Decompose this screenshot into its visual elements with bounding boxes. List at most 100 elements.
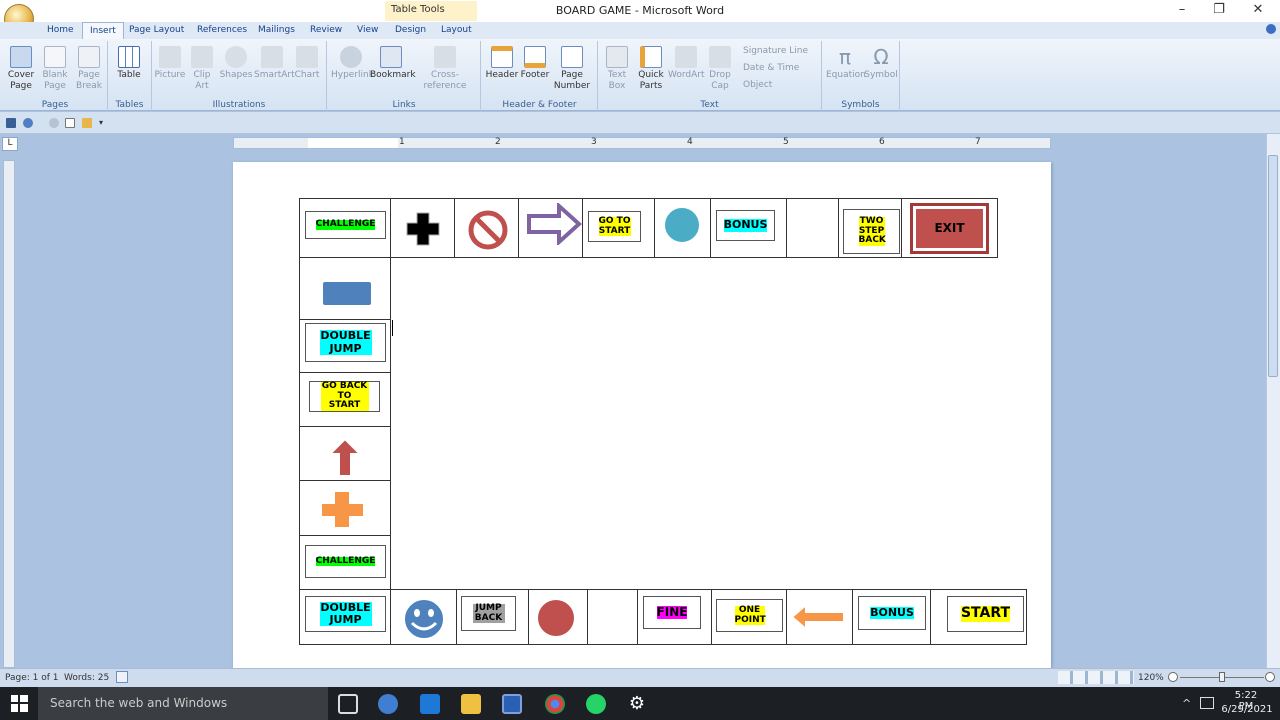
redo-icon[interactable] [49,118,59,128]
header-button[interactable]: Header [485,46,519,81]
window-title: BOARD GAME - Microsoft Word [555,4,725,17]
signature-line-button[interactable]: Signature Line [743,46,808,56]
page-count[interactable]: Page: 1 of 1 [5,673,59,683]
page-break-button[interactable]: Page Break [74,46,104,92]
no-symbol-icon [468,210,508,250]
orange-cross-icon [320,490,365,529]
symbol-button[interactable]: Ω Symbol [864,46,898,81]
black-cross-icon [406,212,440,246]
smartart-button[interactable]: SmartArt [254,46,295,81]
zoom-slider-thumb[interactable] [1219,672,1225,682]
date-time-button[interactable]: Date & Time [743,63,799,73]
tray-chevron-icon[interactable]: ^ [1182,697,1191,710]
clip-art-button[interactable]: Clip Art [188,46,216,92]
new-document-icon[interactable] [65,118,75,128]
vertical-ruler[interactable] [3,160,15,668]
ruler-number: 3 [591,137,597,147]
equation-button[interactable]: π Equation [826,46,866,81]
fine-box: FINE [643,596,701,629]
undo-icon[interactable] [23,118,33,128]
tab-selector[interactable]: L [2,137,18,151]
wordart-button[interactable]: WordArt [668,46,705,81]
clock-date[interactable]: 6/29/2021 [1220,704,1274,715]
restore-icon[interactable]: ❐ [1199,0,1239,22]
scrollbar-thumb[interactable] [1268,155,1278,377]
go-to-start-box: GO TO START [588,211,641,242]
teal-circle-icon [663,206,701,244]
page-number-button[interactable]: Page Number [551,46,593,92]
two-step-back-box: TWO STEP BACK [843,209,900,254]
go-back-to-start-box: GO BACK TO START [309,381,380,412]
up-arrow-icon [327,437,363,477]
drop-cap-button[interactable]: Drop Cap [705,46,735,92]
quick-parts-button[interactable]: Quick Parts [634,46,668,92]
action-center-icon[interactable] [1200,697,1214,709]
tab-view[interactable]: View [350,22,385,39]
tab-layout[interactable]: Layout [434,22,479,39]
ruler-number: 7 [975,137,981,147]
ruler-number: 6 [879,137,885,147]
tab-mailings[interactable]: Mailings [251,22,302,39]
windows-start-icon[interactable] [11,695,28,712]
view-buttons[interactable] [1058,671,1134,684]
save-icon[interactable] [6,118,16,128]
zoom-level[interactable]: 120% [1138,673,1164,683]
customize-qat-icon[interactable]: ▾ [99,118,109,128]
minimize-icon[interactable]: – [1162,0,1202,22]
zoom-in-icon[interactable] [1265,672,1275,682]
footer-button[interactable]: Footer [519,46,551,81]
tab-review[interactable]: Review [303,22,349,39]
quick-access-toolbar [0,112,1280,134]
globe-icon[interactable] [378,694,398,714]
task-view-icon[interactable] [338,694,358,714]
proofing-icon[interactable] [116,671,128,683]
double-jump-box: DOUBLE JUMP [305,596,386,632]
close-icon[interactable]: ✕ [1238,0,1278,22]
tab-references[interactable]: References [190,22,254,39]
cross-reference-button[interactable]: Cross-reference [412,46,478,92]
whatsapp-icon[interactable] [586,694,606,714]
double-jump-box: DOUBLE JUMP [305,323,386,362]
table-button[interactable]: Table [113,46,145,81]
open-folder-icon[interactable] [82,118,92,128]
object-button[interactable]: Object [743,80,772,90]
ruler-cell-area [308,138,398,148]
challenge-box: CHALLENGE [305,211,386,239]
board-cell [587,589,638,645]
chrome-icon[interactable] [545,694,565,714]
bookmark-button[interactable]: Bookmark [370,46,416,81]
word-icon[interactable] [502,694,522,714]
picture-button[interactable]: Picture [154,46,186,81]
shapes-button[interactable]: Shapes [219,46,253,81]
chart-button[interactable]: Chart [293,46,321,81]
cover-page-button[interactable]: Cover Page [6,46,36,92]
tab-page-layout[interactable]: Page Layout [122,22,191,39]
bonus-box: BONUS [716,210,775,241]
red-circle-icon [536,598,576,638]
ruler-number: 1 [399,137,405,147]
tab-design[interactable]: Design [388,22,433,39]
start-box: START [947,596,1024,632]
ruler-number: 5 [783,137,789,147]
ruler-number: 4 [687,137,693,147]
blank-page-button[interactable]: Blank Page [40,46,70,92]
exit-box: EXIT [910,203,989,254]
challenge-box: CHALLENGE [305,545,386,578]
one-point-box: ONE POINT [716,599,783,632]
blue-rectangle-icon [321,280,373,307]
edge-icon[interactable] [420,694,440,714]
file-explorer-icon[interactable] [461,694,481,714]
zoom-out-icon[interactable] [1168,672,1178,682]
text-cursor [392,320,393,336]
word-count[interactable]: Words: 25 [64,673,109,683]
board-cell [786,198,839,258]
hyperlink-button[interactable]: Hyperlink [331,46,374,81]
right-arrow-icon [527,203,582,245]
tab-insert[interactable]: Insert [82,22,124,39]
tab-home[interactable]: Home [40,22,81,39]
help-icon[interactable] [1266,24,1276,34]
bonus-box: BONUS [858,596,926,630]
taskbar-search-box[interactable]: Search the web and Windows [38,687,328,720]
settings-gear-icon[interactable]: ⚙ [627,694,647,714]
text-box-button[interactable]: Text Box [602,46,632,92]
